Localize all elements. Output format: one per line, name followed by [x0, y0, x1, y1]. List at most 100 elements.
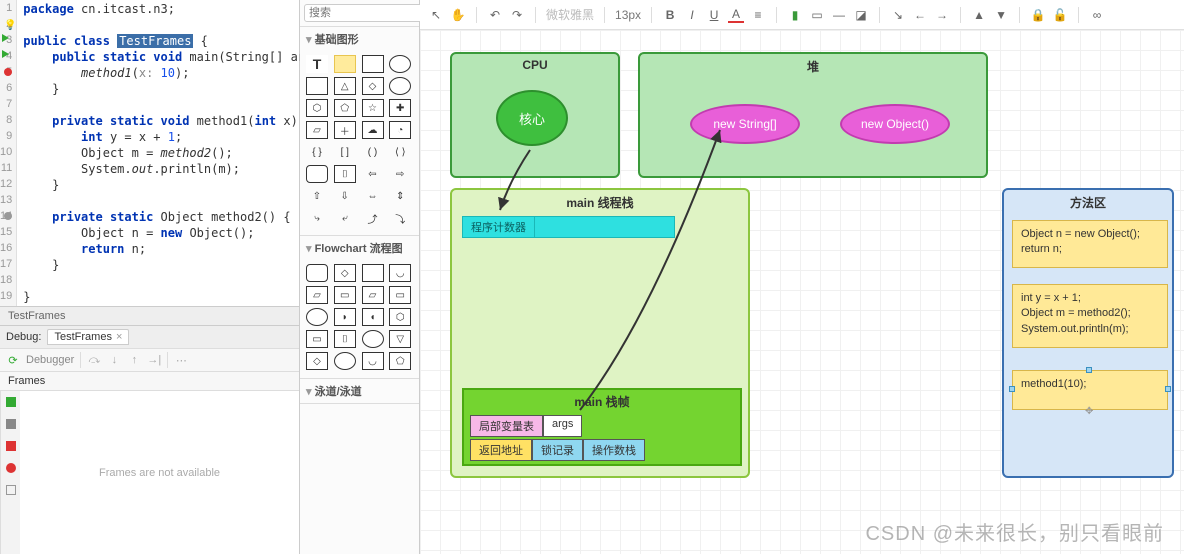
fc-tape[interactable]: ◡ — [362, 352, 384, 370]
back-icon[interactable]: ▼ — [993, 7, 1009, 23]
shape-rect2[interactable] — [306, 77, 328, 95]
breakpoint-icon[interactable] — [4, 68, 12, 76]
args-cell[interactable]: args — [543, 415, 582, 437]
shape-turn1[interactable]: ⤷ — [306, 209, 328, 227]
resize-handle[interactable] — [1165, 386, 1171, 392]
fc-decision[interactable]: ◇ — [334, 264, 356, 282]
line-style-icon[interactable]: — — [831, 7, 847, 23]
heap-box[interactable]: 堆 new String[] new Object() — [638, 52, 988, 178]
method-area-box[interactable]: 方法区 Object n = new Object(); return n; i… — [1002, 188, 1174, 478]
stroke-icon[interactable]: ▭ — [809, 7, 825, 23]
shape-tab[interactable] — [306, 165, 328, 183]
shape-rect[interactable] — [362, 55, 384, 73]
fc-display[interactable]: ◖ — [362, 308, 384, 326]
shape-angles[interactable]: ⟨ ⟩ — [389, 143, 411, 161]
shape-cylinder[interactable]: ⌷ — [334, 165, 356, 183]
align-icon[interactable]: ≡ — [750, 7, 766, 23]
fc-delay[interactable]: ◗ — [334, 308, 356, 326]
font-family[interactable]: 微软雅黑 — [546, 6, 594, 23]
run-gutter-icon[interactable] — [2, 34, 9, 42]
shape-turn4[interactable]: ⤵ — [389, 209, 411, 227]
category-flowchart[interactable]: Flowchart 流程图 — [300, 236, 419, 260]
shape-callout[interactable]: ◔ — [389, 121, 411, 139]
heap-obj-object[interactable]: new Object() — [840, 104, 950, 144]
canvas[interactable]: CPU 核心 堆 new String[] new Object() main … — [420, 30, 1184, 554]
file-tab[interactable]: TestFrames — [0, 306, 299, 325]
fc-summing[interactable] — [334, 352, 356, 370]
fc-terminator[interactable] — [306, 264, 328, 282]
shape-circle[interactable] — [389, 77, 411, 95]
shape-brackets[interactable]: [ ] — [334, 143, 356, 161]
shape-arrow-lr[interactable]: ⇔ — [362, 187, 384, 205]
font-size[interactable]: 13px — [615, 8, 641, 22]
shape-arrow-l[interactable]: ⇦ — [362, 165, 384, 183]
fc-input[interactable]: ▱ — [362, 286, 384, 304]
fc-document[interactable]: ◡ — [389, 264, 411, 282]
cursor-icon[interactable]: ↖ — [428, 7, 444, 23]
front-icon[interactable]: ▲ — [971, 7, 987, 23]
shape-turn2[interactable]: ⤶ — [334, 209, 356, 227]
close-icon[interactable]: × — [116, 331, 122, 343]
step-over-icon[interactable]: ⤼ — [87, 353, 101, 367]
shape-hexagon[interactable]: ⬡ — [306, 99, 328, 117]
fc-manual[interactable]: ▭ — [389, 286, 411, 304]
fc-sort[interactable]: ◇ — [306, 352, 328, 370]
note-method2[interactable]: Object n = new Object(); return n; — [1012, 220, 1168, 268]
fc-data[interactable]: ▱ — [306, 286, 328, 304]
undo-icon[interactable]: ↶ — [487, 7, 503, 23]
run-to-cursor-icon[interactable]: →| — [147, 353, 161, 367]
arrow-end-icon[interactable]: → — [934, 7, 950, 23]
shape-cross[interactable]: ✚ — [389, 99, 411, 117]
fc-predefined[interactable]: ▭ — [334, 286, 356, 304]
fc-process[interactable] — [362, 264, 384, 282]
pause-icon[interactable] — [6, 419, 16, 429]
shadow-icon[interactable]: ◪ — [853, 7, 869, 23]
code-editor[interactable]: package cn.itcast.n3; public class TestF… — [17, 0, 347, 306]
fill-icon[interactable]: ▮ — [787, 7, 803, 23]
shape-diamond[interactable]: ◇ — [362, 77, 384, 95]
font-color-icon[interactable]: A — [728, 7, 744, 23]
shape-parens[interactable]: ( ) — [362, 143, 384, 161]
unlock-icon[interactable]: 🔓 — [1052, 7, 1068, 23]
evaluate-icon[interactable]: ⋯ — [174, 353, 188, 367]
note-main[interactable]: method1(10); ✥ — [1012, 370, 1168, 410]
link-icon[interactable]: ∞ — [1089, 7, 1105, 23]
redo-icon[interactable]: ↷ — [509, 7, 525, 23]
connector-icon[interactable]: ↘ — [890, 7, 906, 23]
resume-icon[interactable] — [6, 397, 16, 407]
shape-pentagon[interactable]: ⬠ — [334, 99, 356, 117]
fc-connector[interactable] — [306, 308, 328, 326]
cpu-core[interactable]: 核心 — [496, 90, 568, 146]
step-into-icon[interactable]: ↓ — [107, 353, 121, 367]
fc-offpage[interactable]: ⬠ — [389, 352, 411, 370]
shape-note[interactable] — [334, 55, 356, 73]
hand-icon[interactable]: ✋ — [450, 7, 466, 23]
fc-loop[interactable]: ⬡ — [389, 308, 411, 326]
program-counter[interactable]: 程序计数器 — [462, 216, 675, 238]
shape-trap[interactable]: ▱ — [306, 121, 328, 139]
resize-handle[interactable] — [1009, 386, 1015, 392]
mute-breakpoints-icon[interactable] — [6, 485, 16, 495]
stack-frame[interactable]: main 栈帧 局部变量表 args 返回地址 锁记录 操作数栈 — [462, 388, 742, 466]
fc-card[interactable]: ▭ — [306, 330, 328, 348]
resize-handle[interactable] — [1086, 367, 1092, 373]
note-method1[interactable]: int y = x + 1; Object m = method2(); Sys… — [1012, 284, 1168, 348]
shape-arrow-ud[interactable]: ⇕ — [389, 187, 411, 205]
fc-merge[interactable]: ▽ — [389, 330, 411, 348]
stop-icon[interactable] — [6, 441, 16, 451]
debug-config-tab[interactable]: TestFrames× — [47, 329, 129, 345]
shape-cloud[interactable]: ☁ — [362, 121, 384, 139]
view-breakpoints-icon[interactable] — [6, 463, 16, 473]
shape-ellipse[interactable] — [389, 55, 411, 73]
italic-icon[interactable]: I — [684, 7, 700, 23]
shape-turn3[interactable]: ⤴ — [362, 209, 384, 227]
shape-text[interactable]: T — [306, 55, 328, 73]
category-basic[interactable]: 基础图形 — [300, 27, 419, 51]
underline-icon[interactable]: U — [706, 7, 722, 23]
fc-or[interactable] — [362, 330, 384, 348]
shape-arrow-d[interactable]: ⇩ — [334, 187, 356, 205]
step-out-icon[interactable]: ↑ — [127, 353, 141, 367]
shape-braces[interactable]: { } — [306, 143, 328, 161]
category-swimlane[interactable]: 泳道/泳道 — [300, 379, 419, 403]
move-grip-icon[interactable]: ✥ — [1085, 405, 1095, 415]
